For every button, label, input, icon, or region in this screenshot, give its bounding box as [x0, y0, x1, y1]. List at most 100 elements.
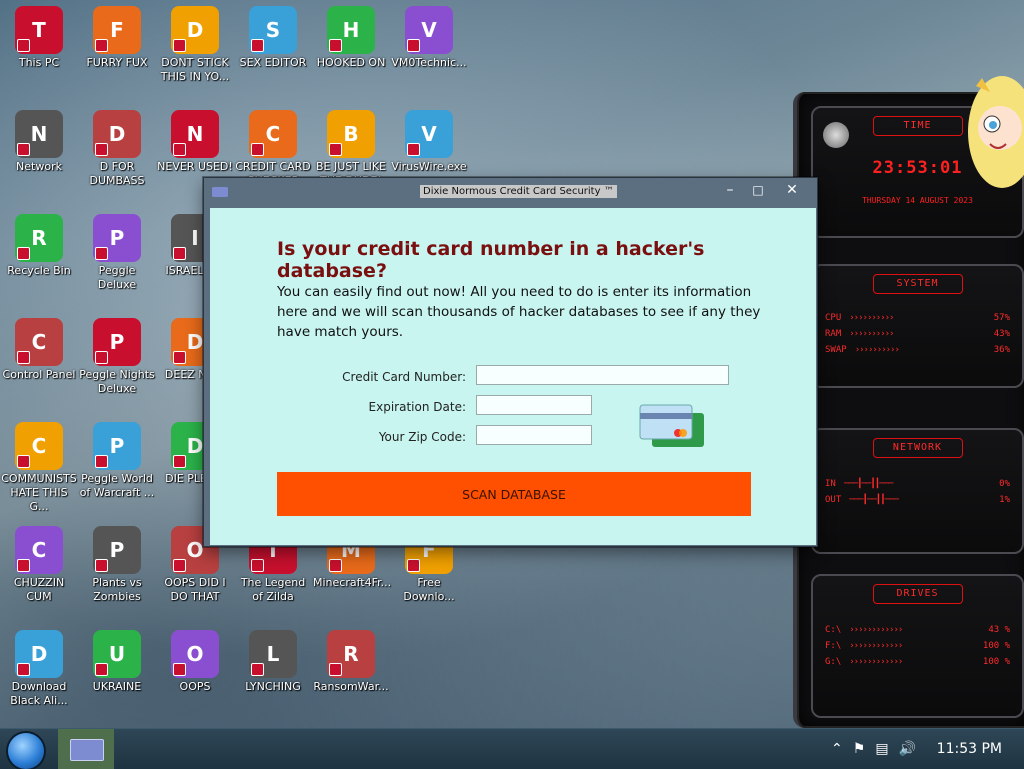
desktop-icon[interactable]: P Peggle Nights Deluxe: [79, 318, 155, 396]
desktop-icon[interactable]: DD FOR DUMBASS: [79, 110, 155, 188]
desktop-icon-label: Free Downlo...: [403, 576, 455, 603]
drives-heading: DRIVES: [872, 584, 963, 604]
widget-row: CPU ›››››››››› 57%: [813, 310, 1022, 326]
desktop-icon[interactable]: P Peggle Deluxe: [79, 214, 155, 292]
desktop-icon[interactable]: R RansomWar...: [313, 630, 389, 694]
alien-head-icon: [823, 122, 849, 148]
widget-row-value: 0%: [999, 479, 1010, 489]
shortcut-arrow-icon: [173, 663, 186, 676]
desktop-icon[interactable]: O OOPS: [157, 630, 233, 694]
desktop-icon[interactable]: V VM0Technic...: [391, 6, 467, 70]
desktop-icon[interactable]: C COMMUNISTS HATE THIS G...: [1, 422, 77, 514]
lime-icon: V: [405, 110, 453, 158]
expiration-date-input[interactable]: [476, 395, 592, 415]
desktop-icon[interactable]: R Recycle Bin: [1, 214, 77, 278]
desktop-icon[interactable]: C Control Panel: [1, 318, 77, 382]
shortcut-arrow-icon: [329, 663, 342, 676]
system-heading: SYSTEM: [872, 274, 963, 294]
widget-row-bar: ───┃──┃┃───: [843, 479, 894, 489]
taskbar-clock[interactable]: 11:53 PM: [937, 741, 1002, 757]
zip-code-label: Your Zip Code:: [378, 430, 466, 444]
desktop-icon-label: UKRAINE: [92, 680, 142, 693]
widget-row-value: 100 %: [982, 657, 1010, 667]
drives-panel: DRIVES C:\ ›››››››››››› 43 % F:\ ›››››››››››…: [811, 574, 1024, 718]
desktop-icon-label: Peggle World of Warcraft ...: [79, 472, 155, 499]
minimize-button[interactable]: –: [716, 180, 744, 200]
desktop-icon-label: This PC: [18, 56, 60, 69]
scan-database-button[interactable]: SCAN DATABASE: [277, 472, 751, 516]
shortcut-arrow-icon: [17, 559, 30, 572]
desktop-icon-label: VM0Technic...: [391, 56, 467, 69]
desktop-icon[interactable]: V VirusWire.exe: [391, 110, 467, 174]
desktop-icon[interactable]: D Download Black Ali...: [1, 630, 77, 708]
shortcut-arrow-icon: [17, 351, 30, 364]
desktop-icon[interactable]: L LYNCHING: [235, 630, 311, 694]
shortcut-arrow-icon: [17, 247, 30, 260]
desktop-icon[interactable]: F FURRY FUX: [79, 6, 155, 70]
widget-row: RAM ›››››››››› 43%: [813, 326, 1022, 342]
desktop-icon-label: Minecraft4Fr...: [313, 576, 392, 589]
widget-row: OUT ───┃──┃┃─── 1%: [813, 492, 1022, 508]
desktop-icon-label: COMMUNISTS HATE THIS G...: [1, 472, 77, 513]
desktop-icon[interactable]: S SEX EDITOR: [235, 6, 311, 70]
dark-card-icon: O: [171, 630, 219, 678]
desktop-icon-label: Recycle Bin: [7, 264, 71, 277]
pvz-icon: P: [93, 526, 141, 574]
desktop-icon-label: NEVER USED!: [157, 160, 233, 173]
widget-row: C:\ ›››››››››››› 43 %: [813, 622, 1022, 638]
widget-row: SWAP ›››››››››› 36%: [813, 342, 1022, 358]
desktop-icon[interactable]: N NEVER USED!: [157, 110, 233, 174]
desktop-icon[interactable]: U UKRAINE: [79, 630, 155, 694]
desktop-icon[interactable]: D DONT STICK THIS IN YO...: [157, 6, 233, 84]
start-button[interactable]: [8, 733, 44, 769]
desktop-icon-label: FURRY FUX: [86, 56, 148, 69]
widget-row-value: 43%: [993, 329, 1010, 339]
network-heading: NETWORK: [872, 438, 963, 458]
network-icon[interactable]: ▤: [875, 741, 888, 757]
shortcut-arrow-icon: [173, 559, 186, 572]
widget-row: IN ───┃──┃┃─── 0%: [813, 476, 1022, 492]
desktop-icon[interactable]: P Peggle World of Warcraft ...: [79, 422, 155, 500]
gnome-icon: B: [327, 110, 375, 158]
flag-icon[interactable]: ⚑: [853, 741, 866, 757]
desktop-icon[interactable]: H HOOKED ON: [313, 6, 389, 70]
widget-row-label: RAM: [825, 329, 842, 339]
devcpp-icon: N: [171, 110, 219, 158]
card-number-input[interactable]: [476, 365, 729, 385]
widget-row-value: 43 %: [988, 625, 1010, 635]
close-button[interactable]: ✕: [778, 180, 806, 200]
taskbar-item-credit-card-checker[interactable]: [58, 729, 114, 769]
radiation-icon: U: [93, 630, 141, 678]
chevron-up-icon[interactable]: ⌃: [831, 741, 843, 757]
shortcut-arrow-icon: [329, 143, 342, 156]
speaker-icon[interactable]: 🔊: [899, 741, 916, 757]
shortcut-arrow-icon: [329, 559, 342, 572]
card-number-label: Credit Card Number:: [342, 370, 466, 384]
desktop-icon-label: Control Panel: [2, 368, 76, 381]
maximize-button[interactable]: □: [744, 180, 772, 200]
control-panel-icon: C: [15, 318, 63, 366]
shortcut-arrow-icon: [17, 455, 30, 468]
desktop-icon-label: D FOR DUMBASS: [89, 160, 145, 187]
desktop-icon[interactable]: T This PC: [1, 6, 77, 70]
desktop-icon[interactable]: C CHUZZIN CUM: [1, 526, 77, 604]
peggle-wow-icon: P: [93, 422, 141, 470]
zip-code-input[interactable]: [476, 425, 592, 445]
shortcut-arrow-icon: [95, 455, 108, 468]
desktop-icon[interactable]: N Network: [1, 110, 77, 174]
desktop-icon-label: SEX EDITOR: [239, 56, 307, 69]
desktop-icon[interactable]: P Plants vs Zombies: [79, 526, 155, 604]
desktop-icon-label: Peggle Deluxe: [97, 264, 137, 291]
network-panel: NETWORK IN ───┃──┃┃─── 0% OUT ───┃──┃┃─── 1%: [811, 428, 1024, 554]
credit-card-icon: [70, 739, 104, 761]
shortcut-arrow-icon: [173, 143, 186, 156]
doctor-icon: V: [405, 6, 453, 54]
shortcut-arrow-icon: [407, 143, 420, 156]
skull-icon: R: [327, 630, 375, 678]
taskbar: ⌃ ⚑ ▤ 🔊 11:53 PM: [0, 728, 1024, 769]
desktop-icon-label: OOPS: [179, 680, 211, 693]
window-titlebar[interactable]: Dixie Normous Credit Card Security ™ – □…: [204, 178, 817, 206]
cartoon-character-icon: [968, 76, 1024, 188]
recycle-bin-icon: R: [15, 214, 63, 262]
widget-row-label: G:\: [825, 657, 842, 667]
